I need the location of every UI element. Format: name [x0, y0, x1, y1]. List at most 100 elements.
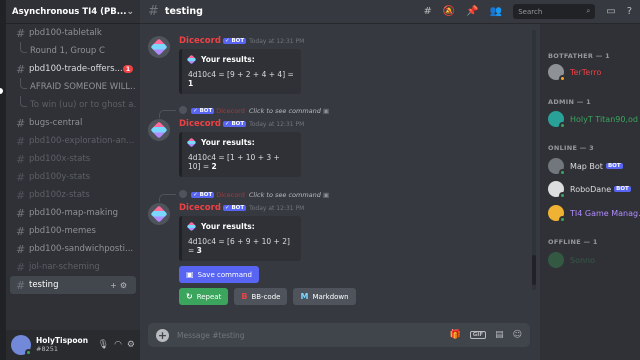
thread-item[interactable]: To win (uu) or to ghost a...: [10, 96, 136, 114]
avatar[interactable]: [148, 119, 170, 141]
avatar: [548, 205, 566, 223]
search-input[interactable]: Search ⌕: [513, 4, 596, 19]
repeat-icon: ↻: [186, 292, 193, 301]
server-header[interactable]: Asynchronous TI4 (PB... ⌄: [6, 0, 140, 24]
mention-badge: 1: [122, 65, 134, 73]
image-icon: ▣: [322, 107, 330, 115]
message-author[interactable]: Dicecord: [179, 36, 221, 46]
channel-item[interactable]: # pbd100-sandwichposti...: [10, 240, 136, 258]
gear-icon[interactable]: ⚙: [127, 340, 135, 350]
member-item[interactable]: RoboDane BOT: [548, 181, 631, 199]
bbcode-button[interactable]: B BB-code: [234, 288, 288, 305]
hash-icon: #: [16, 224, 26, 238]
member-item[interactable]: Sonno: [548, 252, 595, 268]
hash-icon: #: [16, 170, 26, 184]
hash-icon: #: [16, 188, 26, 202]
channel-item[interactable]: # testing +⚙: [10, 276, 136, 294]
dice-icon: [150, 38, 168, 56]
reply-reference[interactable]: ✓ BOT Dicecord Click to see command ▣: [179, 190, 329, 199]
channel-label: jol-nar-scheming: [29, 262, 100, 272]
timestamp: Today at 12:31 PM: [249, 205, 305, 212]
embed-title: Your results:: [201, 222, 255, 231]
channel-item[interactable]: # pbd100x-stats: [10, 150, 136, 168]
bot-badge: BOT: [605, 163, 623, 169]
channel-item[interactable]: # jol-nar-scheming: [10, 258, 136, 276]
thread-item[interactable]: AFRAID SOMEONE WILL...: [10, 78, 136, 96]
message-list: Dicecord ✓ BOT Today at 12:31 PM Your resu…: [140, 24, 535, 320]
member-list: BOTFATHER — 1 TerTerro ADMIN — 1 HolyT T…: [540, 24, 640, 360]
channel-item[interactable]: # pbd100-memes: [10, 222, 136, 240]
bot-badge: BOT: [614, 186, 631, 192]
pin-icon[interactable]: 📌: [466, 6, 478, 17]
add-attachment-icon[interactable]: +: [156, 328, 169, 342]
user-tag: #8251: [36, 344, 58, 353]
channel-label: pbd100z-stats: [29, 190, 90, 200]
sticker-icon[interactable]: ▤: [495, 330, 504, 340]
channel-item[interactable]: # pbd100-trade-offers... 1: [10, 60, 136, 78]
reply-line: [159, 110, 176, 118]
bot-badge: ✓ BOT: [191, 108, 215, 114]
avatar[interactable]: [11, 335, 32, 356]
user-info[interactable]: HolyTispoon #8251: [36, 336, 88, 353]
save-command-button[interactable]: ▣ Save command: [179, 266, 259, 283]
members-icon[interactable]: 👥: [490, 6, 502, 17]
member-item[interactable]: Map Bot BOT: [548, 158, 623, 176]
bot-badge: ✓ BOT: [222, 205, 247, 211]
inbox-icon[interactable]: ▭: [606, 6, 615, 17]
avatar[interactable]: [148, 36, 170, 58]
channel-label: pbd100-tabletalk: [29, 28, 102, 38]
dice-icon: [186, 54, 197, 65]
channel-item[interactable]: # pbd100-exploration-an...: [10, 132, 136, 150]
gif-icon[interactable]: GIF: [469, 331, 487, 339]
threads-icon[interactable]: #: [423, 6, 431, 17]
channel-item[interactable]: # pbd100-tabletalk: [10, 24, 136, 42]
markdown-button[interactable]: M Markdown: [293, 288, 356, 305]
reply-author: Dicecord: [216, 107, 245, 115]
message-composer[interactable]: + Message #testing 🎁 GIF ▤ ☺: [148, 323, 530, 347]
dice-total: 1: [188, 79, 194, 88]
channel-item[interactable]: # pbd100-map-making: [10, 204, 136, 222]
member-item[interactable]: HolyT Titan90,od: [548, 111, 638, 129]
channel-settings-icon[interactable]: +⚙: [110, 281, 130, 290]
help-icon[interactable]: ?: [627, 6, 632, 17]
hash-icon: #: [16, 242, 26, 256]
channel-label: pbd100-exploration-an...: [29, 136, 135, 146]
bbcode-icon: B: [241, 292, 248, 301]
reply-text: Click to see command: [248, 107, 321, 115]
channel-title: testing: [164, 6, 203, 17]
channel-item[interactable]: # bugs-central: [10, 114, 136, 132]
headphones-icon[interactable]: ◠: [114, 340, 122, 350]
channel-item[interactable]: # pbd100y-stats: [10, 168, 136, 186]
channel-label: pbd100x-stats: [29, 154, 91, 164]
channel-label: pbd100y-stats: [29, 172, 91, 182]
member-item[interactable]: TI4 Game Manag...: [548, 205, 640, 223]
thread-item[interactable]: Round 1, Group C: [10, 42, 136, 60]
embed-title: Your results:: [201, 55, 255, 64]
member-name: RoboDane: [570, 184, 612, 194]
message-author[interactable]: Dicecord: [179, 119, 221, 129]
avatar: [548, 252, 564, 268]
reply-text: Click to see command: [248, 191, 321, 199]
scrollbar-thumb[interactable]: [532, 255, 536, 285]
channel-label: AFRAID SOMEONE WILL...: [30, 82, 136, 92]
channel-label: bugs-central: [29, 118, 83, 128]
dice-total: 2: [211, 162, 217, 171]
status-online-icon: [25, 349, 32, 356]
bell-muted-icon[interactable]: 🔕: [443, 6, 455, 17]
gift-icon[interactable]: 🎁: [450, 330, 461, 340]
repeat-button[interactable]: ↻ Repeat: [179, 288, 229, 305]
microphone-icon[interactable]: 🎙: [98, 340, 109, 350]
channel-list: # pbd100-tabletalk Round 1, Group C # pbd100…: [6, 24, 140, 330]
emoji-icon[interactable]: ☺: [513, 330, 522, 340]
reply-reference[interactable]: ✓ BOT Dicecord Click to see command ▣: [179, 106, 329, 115]
message-author[interactable]: Dicecord: [179, 203, 221, 213]
status-idle-icon: [559, 75, 566, 82]
member-item[interactable]: TerTerro: [548, 64, 601, 82]
save-command-label: Save command: [197, 270, 252, 279]
hash-icon: #: [16, 206, 26, 220]
channel-header: # testing # 🔕 📌 👥 Search ⌕ ▭ ?: [140, 0, 640, 24]
search-placeholder: Search: [518, 7, 543, 16]
channel-item[interactable]: # pbd100z-stats: [10, 186, 136, 204]
avatar[interactable]: [148, 203, 170, 225]
scrollbar[interactable]: [532, 30, 536, 290]
